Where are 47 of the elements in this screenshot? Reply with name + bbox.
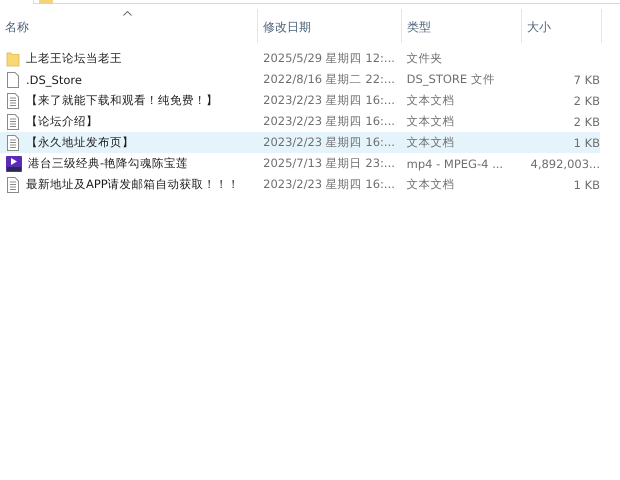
file-size: 2 KB — [574, 114, 600, 128]
file-name: 【论坛介绍】 — [26, 114, 98, 129]
modified-date: 2025/5/29 星期四 12:... — [263, 51, 395, 66]
file-size: 7 KB — [574, 72, 600, 86]
sort-caret-icon — [122, 11, 132, 16]
file-name: 上老王论坛当老王 — [26, 51, 122, 66]
text-document-icon — [6, 176, 20, 192]
file-type: 文本文档 — [406, 177, 455, 192]
file-type: DS_STORE 文件 — [406, 72, 495, 87]
modified-date: 2023/2/23 星期四 16:... — [263, 114, 395, 129]
text-document-icon — [6, 114, 20, 130]
file-row[interactable]: 【来了就能下载和观看！纯免费！】 2023/2/23 星期四 16:... 文本文档 2 KB — [0, 90, 600, 111]
file-name: 【来了就能下载和观看！纯免费！】 — [26, 93, 218, 108]
file-row[interactable]: 上老王论坛当老王 2025/5/29 星期四 12:... 文件夹 — [0, 48, 600, 69]
modified-date: 2023/2/23 星期四 16:... — [263, 93, 395, 108]
file-row[interactable]: 最新地址及APP请发邮箱自动获取！！！ 2023/2/23 星期四 16:... 文本文档 1 KB — [0, 174, 600, 195]
modified-date: 2023/2/23 星期四 16:... — [263, 177, 395, 192]
column-header[interactable]: 修改日期 — [258, 9, 402, 43]
file-size: 1 KB — [574, 178, 600, 192]
folder-icon — [6, 50, 20, 66]
file-name: .DS_Store — [26, 72, 82, 86]
modified-date: 2025/7/13 星期日 23:... — [263, 156, 395, 171]
modified-date: 2023/2/23 星期四 16:... — [263, 135, 395, 150]
file-size: 1 KB — [574, 136, 600, 150]
file-row[interactable]: 【论坛介绍】 2023/2/23 星期四 16:... 文本文档 2 KB — [0, 111, 600, 132]
file-icon — [6, 72, 20, 88]
file-row[interactable]: 【永久地址发布页】 2023/2/23 星期四 16:... 文本文档 1 KB — [0, 132, 600, 153]
file-name: 最新地址及APP请发邮箱自动获取！！！ — [26, 177, 240, 192]
file-size: 4,892,003... — [530, 156, 600, 170]
video-file-icon — [6, 156, 22, 172]
file-type: 文本文档 — [406, 135, 455, 150]
file-name: 【永久地址发布页】 — [26, 135, 134, 150]
file-size: 2 KB — [574, 94, 600, 108]
folder-icon — [39, 0, 53, 4]
column-header[interactable]: 大小 — [522, 9, 602, 43]
file-type: 文件夹 — [406, 51, 443, 66]
modified-date: 2022/8/16 星期二 22:... — [263, 72, 395, 87]
text-document-icon — [6, 134, 20, 150]
text-document-icon — [6, 92, 20, 108]
file-type: 文本文档 — [406, 93, 455, 108]
file-row[interactable]: 港台三级经典-艳降勾魂陈宝莲 2025/7/13 星期日 23:... mp4 - MPEG-4 ... 4,892,003... — [0, 153, 600, 174]
file-name: 港台三级经典-艳降勾魂陈宝莲 — [28, 156, 188, 171]
file-row[interactable]: .DS_Store 2022/8/16 星期二 22:... DS_STORE 文件 7 KB — [0, 69, 600, 90]
file-type: mp4 - MPEG-4 ... — [406, 156, 504, 170]
column-header[interactable]: 名称 — [0, 9, 258, 43]
file-type: 文本文档 — [406, 114, 455, 129]
column-header[interactable]: 类型 — [402, 9, 522, 43]
